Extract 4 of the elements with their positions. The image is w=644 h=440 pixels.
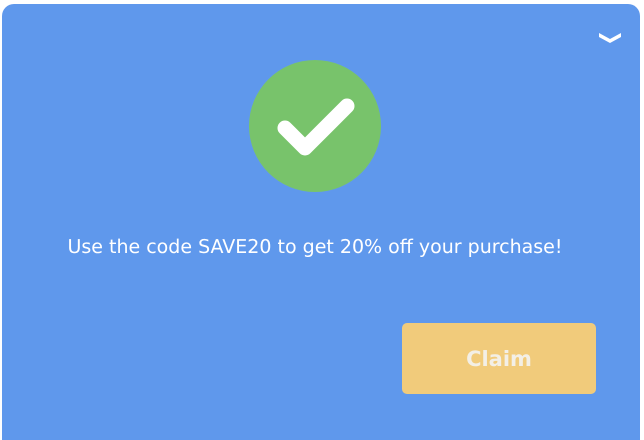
claim-button[interactable]: Claim xyxy=(402,323,596,394)
promo-message: Use the code SAVE20 to get 20% off your purchase! xyxy=(66,236,564,258)
checkmark-icon xyxy=(249,60,381,192)
chevron-down-icon[interactable] xyxy=(598,31,622,43)
